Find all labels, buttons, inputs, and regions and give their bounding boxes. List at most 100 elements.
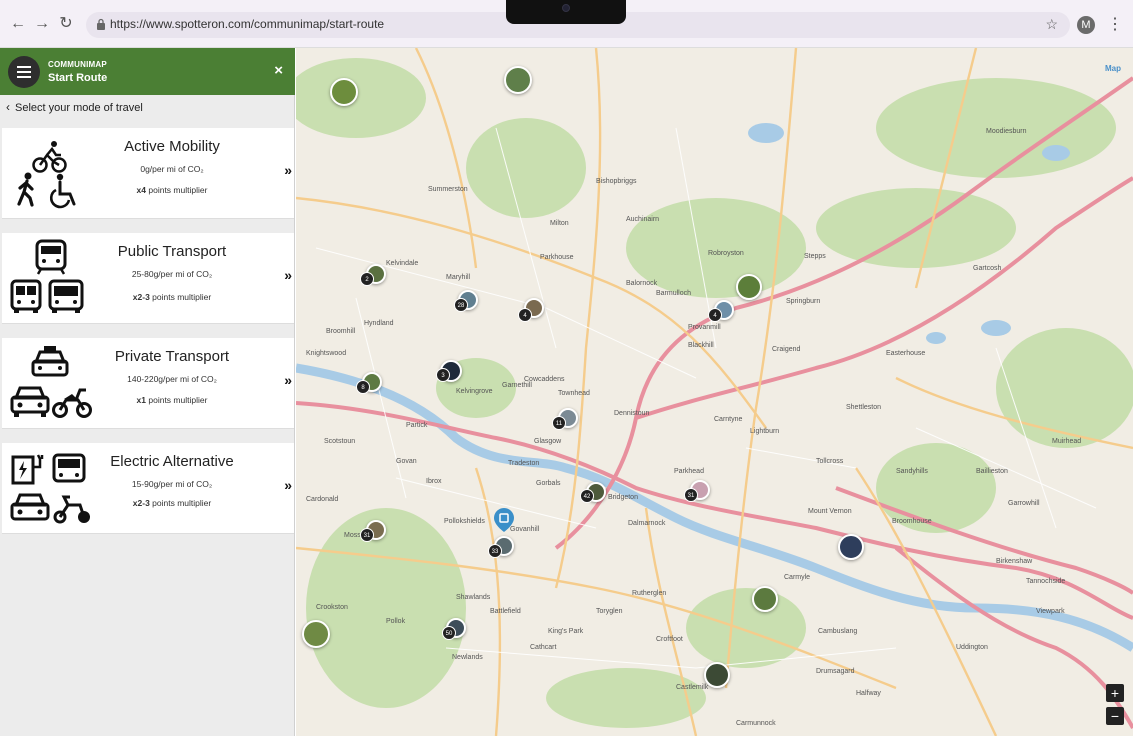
map-label: Easterhouse	[886, 350, 926, 357]
close-button[interactable]: ×	[274, 62, 283, 79]
cluster-count[interactable]: 8	[356, 380, 370, 394]
tram-icon	[10, 279, 42, 313]
cluster-count[interactable]: 33	[488, 544, 502, 558]
double-chevron-right-icon: »	[284, 267, 292, 283]
electric-alternative-icons	[10, 453, 90, 524]
map-label: Robroyston	[708, 250, 744, 257]
cluster-count[interactable]: 4	[518, 308, 532, 322]
app-brand: COMMUNIMAP	[48, 60, 107, 69]
map-label: Partick	[406, 422, 428, 429]
cluster-count[interactable]: 42	[580, 489, 594, 503]
current-location-icon[interactable]	[494, 508, 514, 532]
map-label: Bishopbriggs	[596, 178, 637, 185]
mode-co2: 140-220g/per mi of CO₂	[127, 374, 217, 384]
public-transport-icons	[10, 239, 84, 313]
mode-card-electric-alternative[interactable]: Electric Alternative 15-90g/per mi of CO…	[2, 443, 294, 534]
cluster-count[interactable]: 31	[360, 528, 374, 542]
ev-charger-icon	[11, 454, 44, 485]
bookmark-star-icon[interactable]: ☆	[1045, 16, 1058, 33]
cluster-count[interactable]: 2	[360, 272, 374, 286]
map-label: Milton	[550, 220, 569, 227]
multiplier-text: points multiplier	[149, 292, 212, 302]
cluster-count[interactable]: 28	[454, 298, 468, 312]
profile-avatar[interactable]: M	[1077, 16, 1095, 34]
map-label: Kelvingrove	[456, 388, 493, 395]
photo-spot-marker[interactable]	[838, 534, 864, 560]
motorcycle-icon	[52, 388, 92, 418]
mode-card-private-transport[interactable]: Private Transport 140-220g/per mi of CO₂…	[2, 338, 294, 429]
hamburger-menu-button[interactable]	[8, 56, 40, 88]
map-label: Croftfoot	[656, 636, 683, 643]
map-label: Halfway	[856, 690, 881, 697]
map-label: Bridgeton	[608, 494, 638, 501]
zoom-in-button[interactable]: +	[1106, 684, 1124, 702]
reload-icon[interactable]: ↻	[56, 14, 76, 34]
map-label: Springburn	[786, 298, 821, 305]
map-label: Broomhouse	[892, 518, 932, 525]
map-label: Castlemilk	[676, 684, 709, 691]
map-label: Knightswood	[306, 350, 347, 357]
map-label: Lightburn	[750, 428, 780, 435]
zoom-out-button[interactable]: −	[1106, 707, 1124, 725]
photo-spot-marker[interactable]	[752, 586, 778, 612]
map-label: Carmunnock	[736, 720, 776, 727]
cluster-count[interactable]: 3	[436, 368, 450, 382]
map-label: Craigend	[772, 346, 801, 353]
forward-arrow-icon[interactable]: →	[32, 14, 52, 34]
back-link[interactable]: ‹ Select your mode of travel	[6, 100, 143, 114]
mode-card-active-mobility[interactable]: Active Mobility 0g/per mi of CO₂ x4 poin…	[2, 128, 294, 219]
map-label: Blackhill	[688, 342, 714, 349]
cluster-count[interactable]: 11	[552, 416, 566, 430]
map-label: King's Park	[548, 628, 584, 635]
map-label: Battlefield	[490, 608, 521, 615]
photo-spot-marker[interactable]	[736, 274, 762, 300]
map-label: Crookston	[316, 604, 348, 611]
map-label: Parkhouse	[540, 254, 574, 261]
map-provider-label: Map	[1105, 64, 1121, 73]
map-label: Tradeston	[508, 460, 540, 467]
electric-car-icon	[10, 493, 50, 521]
photo-spot-marker[interactable]	[504, 66, 532, 94]
map-label: Rutherglen	[632, 590, 667, 597]
map-label: Moodiesburn	[986, 128, 1027, 135]
back-arrow-icon[interactable]: ←	[8, 14, 28, 34]
photo-spot-marker[interactable]	[330, 78, 358, 106]
map-label: Scotstoun	[324, 438, 356, 445]
map-label: Barmulloch	[656, 290, 692, 297]
browser-window: ← → ↻ https://www.spotteron.com/communim…	[0, 0, 1133, 736]
cluster-count[interactable]: 31	[684, 488, 698, 502]
multiplier-text: points multiplier	[146, 395, 208, 405]
map-label: Birkenshaw	[996, 558, 1033, 565]
map-label: Viewpark	[1036, 608, 1065, 615]
cluster-count[interactable]: 50	[442, 626, 456, 640]
private-transport-icons	[10, 346, 92, 418]
map-label: Gartcosh	[973, 265, 1002, 272]
mode-multiplier: x4 points multiplier	[102, 185, 242, 195]
map-label: Carmyle	[784, 574, 811, 581]
map-label: Provanmill	[688, 324, 721, 331]
map-label: Garrowhill	[1008, 500, 1040, 507]
electric-bus-icon	[52, 453, 86, 483]
map-label: Newlands	[452, 654, 483, 661]
mode-title: Public Transport	[117, 243, 227, 260]
photo-spot-marker[interactable]	[302, 620, 330, 648]
photo-spot-marker[interactable]	[704, 662, 730, 688]
map-label: Maryhill	[446, 274, 471, 281]
mode-title: Electric Alternative	[110, 453, 234, 470]
map-label: Balornock	[626, 280, 658, 287]
map-label: Summerston	[428, 186, 468, 193]
map-label: Cardonald	[306, 496, 339, 503]
bicycle-icon	[32, 141, 67, 173]
map-label: Cambuslang	[818, 628, 858, 635]
map-label: Stepps	[804, 253, 826, 260]
map-label: Dalmarnock	[628, 520, 666, 527]
map-label: Kelvindale	[386, 260, 419, 267]
map-label: Mount Vernon	[808, 508, 852, 515]
multiplier-value: x4	[136, 185, 147, 195]
map-label: Glasgow	[534, 438, 562, 445]
multiplier-value: x1	[136, 395, 147, 405]
browser-menu-icon[interactable]: ⋮	[1107, 14, 1123, 34]
mode-card-public-transport[interactable]: Public Transport 25-80g/per mi of CO₂ x2…	[2, 233, 294, 324]
map-view[interactable]: Map Summerston Bishopbriggs Milton Parkh…	[296, 48, 1133, 736]
cluster-count[interactable]: 4	[708, 308, 722, 322]
